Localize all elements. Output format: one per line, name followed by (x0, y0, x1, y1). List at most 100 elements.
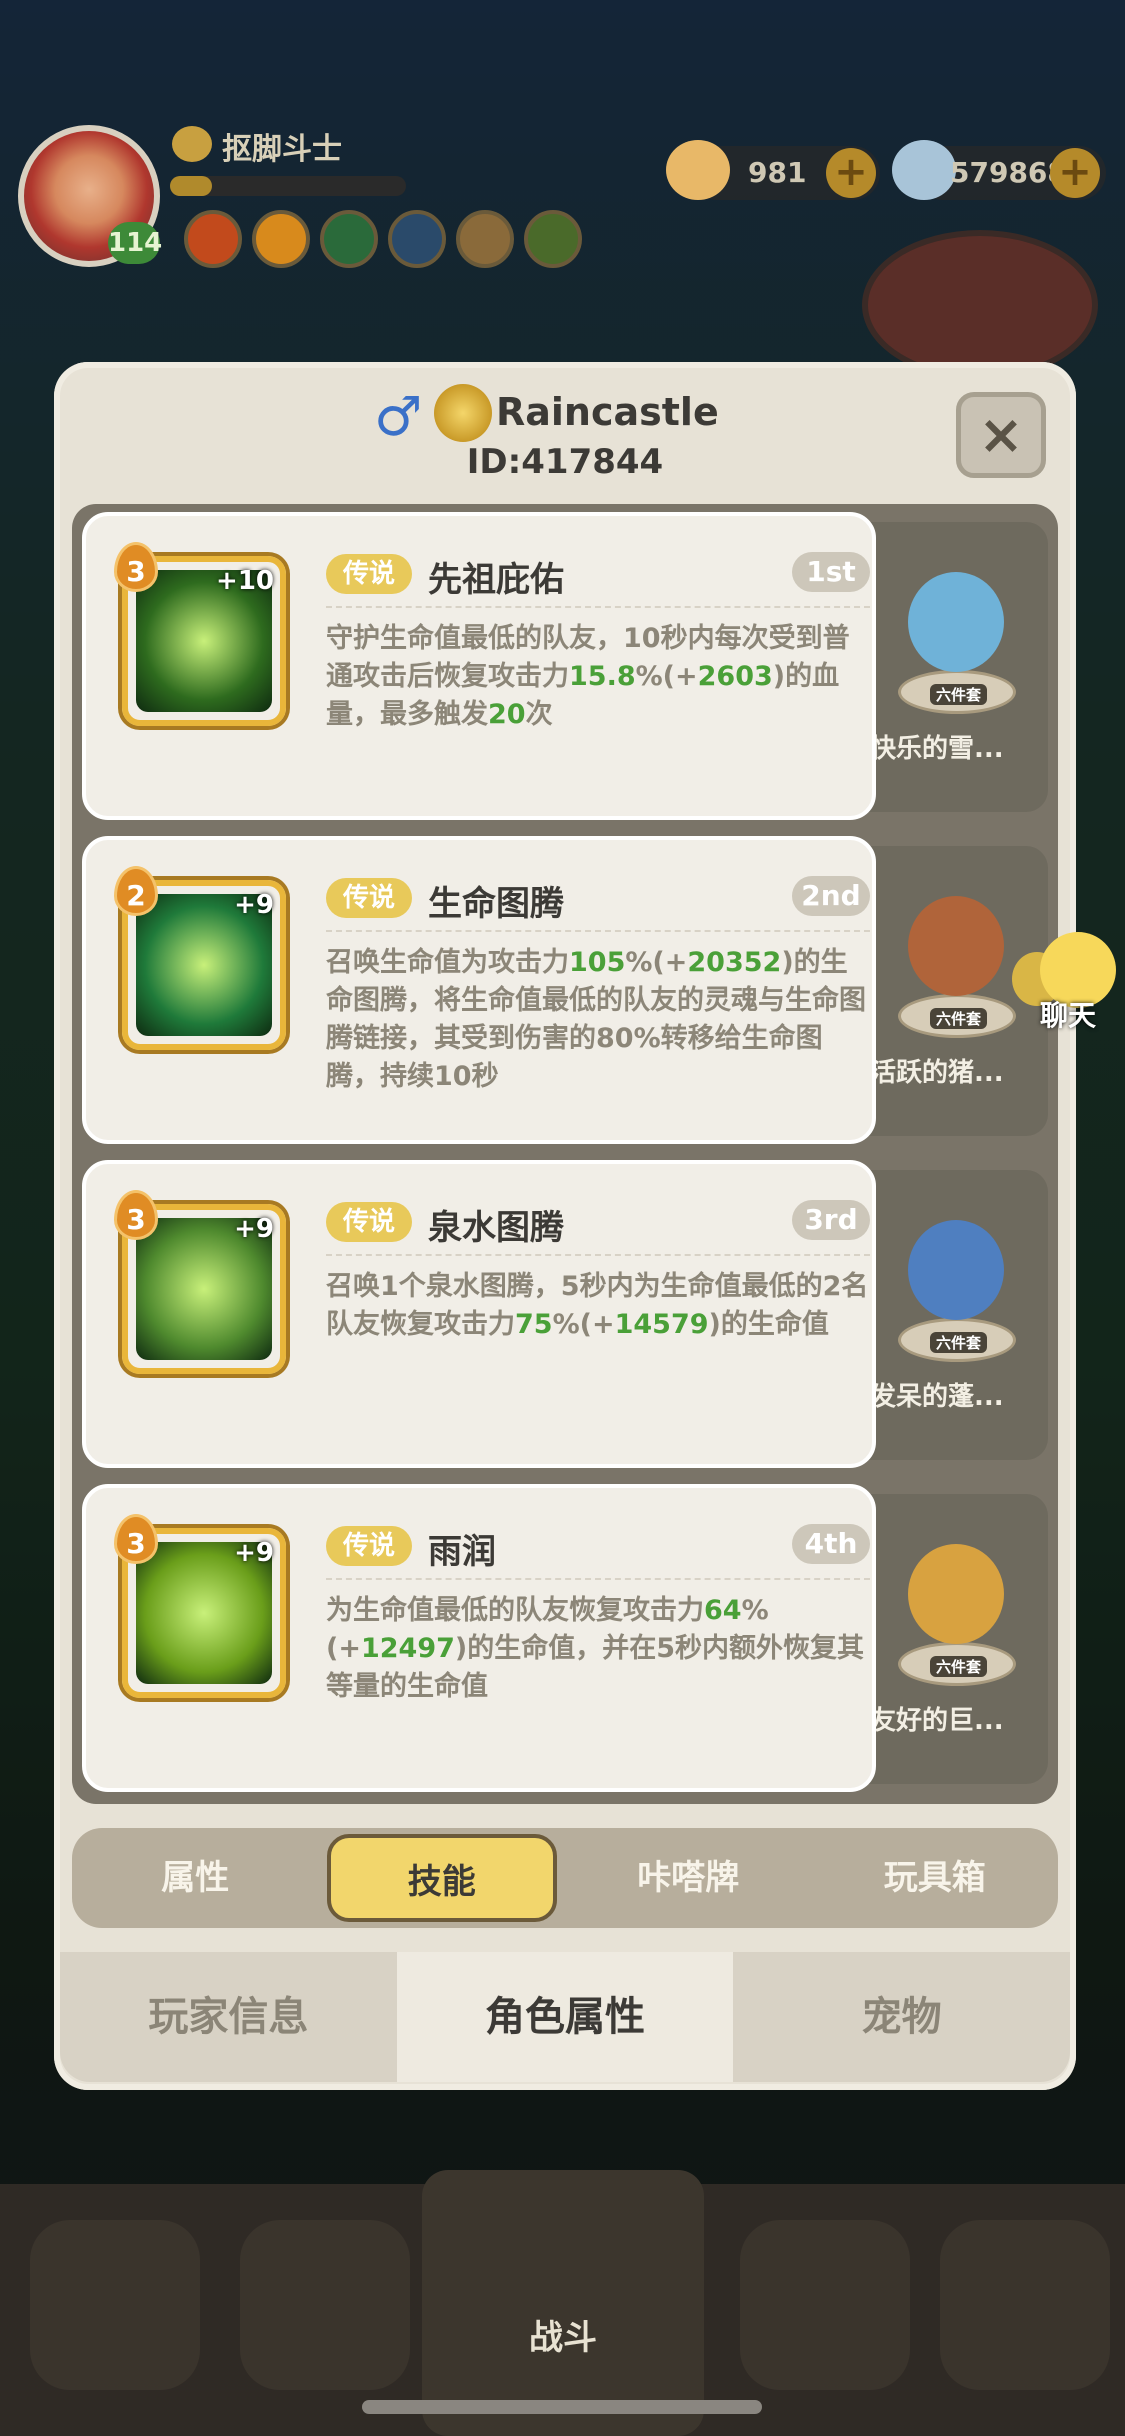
shell-icon (666, 140, 730, 200)
skill-enhance-level: +9 (234, 890, 274, 920)
skill-icon[interactable]: 3 +9 (114, 1190, 286, 1374)
nav-battle-button[interactable]: 战斗 (422, 2170, 704, 2436)
nav-pet-button[interactable] (740, 2220, 910, 2390)
skill-star-badge: 3 (114, 1190, 158, 1240)
skill-description: 召唤1个泉水图腾，5秒内为生命值最低的2名队友恢复攻击力75%(+14579)的… (326, 1268, 874, 1344)
skill-desc-segment: )的生命值 (708, 1309, 829, 1340)
pet-name: 友好的巨... (870, 1706, 1004, 1736)
sub-tab[interactable]: 属性 (72, 1828, 319, 1928)
pet-name: 活跃的猪... (870, 1058, 1004, 1088)
divider (326, 1254, 870, 1256)
skill-card[interactable]: 六件套 快乐的雪... 3 +10 传说 先祖庇佑 1st 守护生命值最低的队友… (72, 512, 1058, 820)
profile-panel: ♂ Raincastle ID:417844 × 六件套 快乐的雪... 3 +… (54, 362, 1076, 2090)
pet-slot[interactable]: 六件套 发呆的蓬... (862, 1170, 1048, 1460)
skill-card[interactable]: 六件套 友好的巨... 3 +9 传说 雨润 4th 为生命值最低的队友恢复攻击… (72, 1484, 1058, 1792)
main-tab-bar: 玩家信息 角色属性 宠物 (60, 1952, 1070, 2082)
skill-card-body: 2 +9 传说 生命图腾 2nd 召唤生命值为攻击力105%(+20352)的生… (82, 836, 876, 1144)
vip-emblem-icon (434, 384, 492, 442)
skill-icon[interactable]: 3 +9 (114, 1514, 286, 1698)
gem-icon (892, 140, 956, 200)
pet-figure: 六件套 (886, 562, 1026, 714)
sub-tab[interactable]: 技能 (326, 1834, 557, 1922)
panel-header: ♂ Raincastle ID:417844 × (54, 362, 1076, 502)
buff-sword-icon[interactable] (456, 210, 514, 268)
skill-rank-badge: 3rd (792, 1200, 870, 1240)
pet-slot[interactable]: 六件套 友好的巨... (862, 1494, 1048, 1784)
pet-name: 发呆的蓬... (870, 1382, 1004, 1412)
skill-enhance-level: +10 (216, 566, 274, 596)
skill-star-badge: 3 (114, 542, 158, 592)
currency-shell-value: 981 (748, 156, 807, 189)
home-indicator[interactable] (362, 2400, 762, 2414)
divider (326, 606, 870, 608)
skill-name: 先祖庇佑 (428, 560, 564, 600)
skill-tier-badge: 传说 (326, 554, 412, 594)
player-name: 抠脚斗士 (222, 132, 342, 167)
skill-desc-segment: 14579 (614, 1309, 709, 1340)
buff-leaf-icon[interactable] (524, 210, 582, 268)
skill-desc-segment: 105 (569, 947, 626, 978)
pet-set-label: 六件套 (930, 684, 988, 705)
skill-tier-badge: 传说 (326, 1526, 412, 1566)
nav-character-button[interactable] (30, 2220, 200, 2390)
divider (326, 930, 870, 932)
chat-label: 聊天 (1040, 999, 1097, 1032)
add-gem-button[interactable]: + (1050, 148, 1100, 198)
pet-figure: 六件套 (886, 1210, 1026, 1362)
skill-rank-badge: 1st (792, 552, 870, 592)
buff-shield-icon[interactable] (388, 210, 446, 268)
player-id: ID:417844 (466, 442, 664, 482)
sub-tab[interactable]: 玩具箱 (812, 1828, 1059, 1928)
skill-description: 为生命值最低的队友恢复攻击力64%(+12497)的生命值，并在5秒内额外恢复其… (326, 1592, 874, 1706)
pet-set-label: 六件套 (930, 1008, 988, 1029)
pet-icon (908, 572, 1004, 672)
add-shell-button[interactable]: + (826, 148, 876, 198)
skill-star-badge: 2 (114, 866, 158, 916)
skill-card[interactable]: 六件套 活跃的猪... 2 +9 传说 生命图腾 2nd 召唤生命值为攻击力10… (72, 836, 1058, 1144)
skill-description: 守护生命值最低的队友，10秒内每次受到普通攻击后恢复攻击力15.8%(+2603… (326, 620, 874, 734)
skill-name: 泉水图腾 (428, 1208, 564, 1248)
skill-desc-segment: 次 (525, 699, 553, 730)
skill-list[interactable]: 六件套 快乐的雪... 3 +10 传说 先祖庇佑 1st 守护生命值最低的队友… (72, 504, 1058, 1804)
sub-tab-bar: 属性 技能 咔嗒牌 玩具箱 (72, 1828, 1058, 1928)
minimap[interactable] (862, 230, 1098, 380)
skill-card-body: 3 +10 传说 先祖庇佑 1st 守护生命值最低的队友，10秒内每次受到普通攻… (82, 512, 876, 820)
skill-name: 生命图腾 (428, 884, 564, 924)
skill-desc-segment: %(+ (635, 661, 698, 692)
skill-icon[interactable]: 2 +9 (114, 866, 286, 1050)
buff-claw-icon[interactable] (252, 210, 310, 268)
skill-description: 召唤生命值为攻击力105%(+20352)的生命图腾，将生命值最低的队友的灵魂与… (326, 944, 874, 1096)
nav-guild-button[interactable] (940, 2220, 1110, 2390)
skill-card[interactable]: 六件套 发呆的蓬... 3 +9 传说 泉水图腾 3rd 召唤1个泉水图腾，5秒… (72, 1160, 1058, 1468)
xp-bar (170, 176, 406, 196)
buff-fire-icon[interactable] (184, 210, 242, 268)
skill-desc-segment: 75 (515, 1309, 553, 1340)
skill-desc-segment: 15.8 (569, 661, 636, 692)
player-level: 114 (108, 222, 162, 264)
pet-slot[interactable]: 六件套 快乐的雪... (862, 522, 1048, 812)
buff-heart-icon[interactable] (320, 210, 378, 268)
pet-icon (908, 1544, 1004, 1644)
close-button[interactable]: × (956, 392, 1046, 478)
skill-desc-segment: 20 (488, 699, 526, 730)
main-tab[interactable]: 角色属性 (396, 1952, 734, 2082)
main-tab[interactable]: 宠物 (733, 1952, 1070, 2082)
skill-desc-segment: 2603 (697, 661, 773, 692)
skill-enhance-level: +9 (234, 1214, 274, 1244)
skill-desc-segment: 为生命值最低的队友恢复攻击力 (326, 1595, 704, 1626)
skill-desc-segment: 12497 (360, 1633, 455, 1664)
skill-icon[interactable]: 3 +10 (114, 542, 286, 726)
skill-rank-badge: 2nd (792, 876, 870, 916)
skill-desc-segment: %(+ (625, 947, 688, 978)
sub-tab[interactable]: 咔嗒牌 (565, 1828, 812, 1928)
chat-button[interactable]: 聊天 (1012, 920, 1122, 1032)
nav-team-button[interactable] (240, 2220, 410, 2390)
main-tab[interactable]: 玩家信息 (60, 1952, 397, 2082)
skill-tier-badge: 传说 (326, 1202, 412, 1242)
title-icon (172, 126, 212, 162)
skill-rank-badge: 4th (792, 1524, 870, 1564)
pet-icon (908, 1220, 1004, 1320)
pet-set-label: 六件套 (930, 1332, 988, 1353)
skill-desc-segment: 64 (704, 1595, 742, 1626)
skill-enhance-level: +9 (234, 1538, 274, 1568)
